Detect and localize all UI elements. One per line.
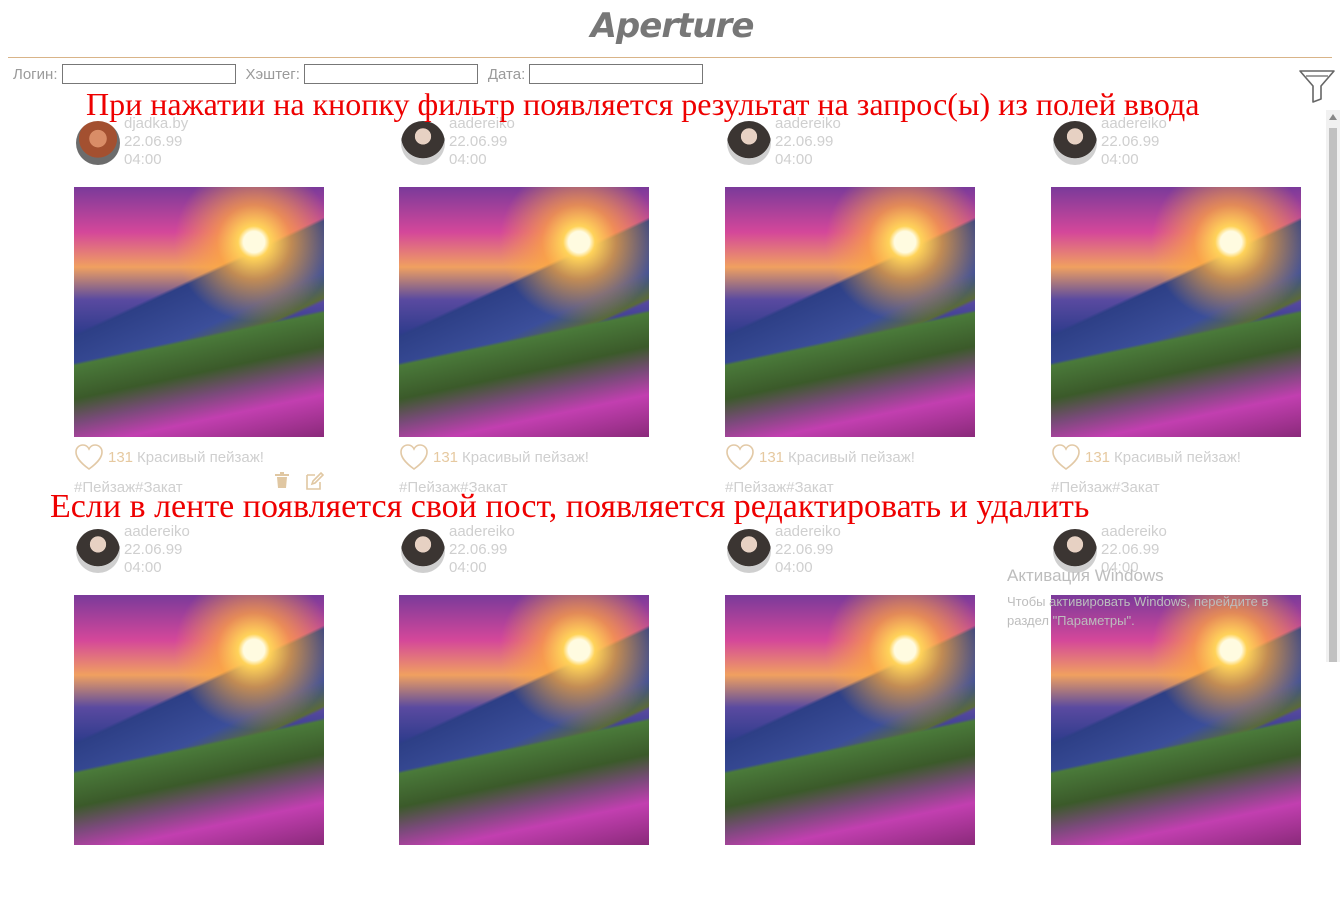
- post-time: 04:00: [124, 559, 162, 576]
- post-date: 22.06.99: [1101, 541, 1160, 558]
- scroll-up-arrow-icon[interactable]: [1329, 114, 1337, 120]
- like-count: 131: [759, 448, 785, 466]
- filter-icon[interactable]: [1298, 68, 1336, 104]
- own-post-annotation: Если в ленте появляется свой пост, появл…: [50, 488, 1090, 525]
- post-photo[interactable]: [399, 187, 649, 437]
- post-meta: aadereiko 22.06.99 04:00: [775, 115, 841, 169]
- post-likes: 131 Красивый пейзаж!: [399, 443, 589, 471]
- watermark-line-2: раздел "Параметры".: [1007, 613, 1135, 628]
- post-likes: 131 Красивый пейзаж!: [74, 443, 264, 471]
- filter-bar: Логин: Хэштег: Дата:: [13, 64, 713, 84]
- post-title: Красивый пейзаж!: [137, 448, 264, 466]
- heart-icon[interactable]: [725, 443, 755, 471]
- post-username[interactable]: aadereiko: [1101, 523, 1167, 541]
- post-date: 22.06.99: [775, 541, 834, 558]
- post-meta: aadereiko 22.06.99 04:00: [449, 115, 515, 169]
- post-time: 04:00: [449, 559, 487, 576]
- avatar[interactable]: [401, 529, 445, 573]
- post-time: 04:00: [449, 151, 487, 168]
- filter-annotation: При нажатии на кнопку фильтр появляется …: [86, 86, 1200, 122]
- hashtag-label: Хэштег:: [245, 65, 300, 83]
- post-card: aadereiko 22.06.99 04:00 131 Красивый пе…: [1051, 115, 1311, 515]
- like-count: 131: [433, 448, 459, 466]
- post-date: 22.06.99: [449, 541, 508, 558]
- post-card: aadereiko 22.06.99 04:00: [399, 523, 659, 923]
- avatar[interactable]: [1053, 121, 1097, 165]
- watermark-title: Активация Windows: [1007, 566, 1164, 585]
- post-date: 22.06.99: [775, 133, 834, 150]
- scrollbar[interactable]: [1326, 110, 1340, 662]
- avatar[interactable]: [727, 121, 771, 165]
- windows-activation-watermark: Активация Windows Чтобы активировать Win…: [1007, 566, 1268, 630]
- post-title: Красивый пейзаж!: [788, 448, 915, 466]
- post-title: Красивый пейзаж!: [462, 448, 589, 466]
- heart-icon[interactable]: [1051, 443, 1081, 471]
- post-time: 04:00: [1101, 151, 1139, 168]
- date-input[interactable]: [529, 64, 704, 84]
- avatar[interactable]: [727, 529, 771, 573]
- scroll-thumb[interactable]: [1329, 128, 1337, 662]
- post-meta: aadereiko 22.06.99 04:00: [1101, 115, 1167, 169]
- post-likes: 131 Красивый пейзаж!: [725, 443, 915, 471]
- watermark-text: Чтобы активировать Windows, перейдите в …: [1007, 592, 1268, 630]
- post-card: aadereiko 22.06.99 04:00: [74, 523, 334, 923]
- post-photo[interactable]: [1051, 187, 1301, 437]
- post-photo[interactable]: [725, 187, 975, 437]
- post-likes: 131 Красивый пейзаж!: [1051, 443, 1241, 471]
- header-divider: [8, 57, 1332, 58]
- post-meta: aadereiko 22.06.99 04:00: [449, 523, 515, 577]
- app-logo: Aperture: [590, 6, 755, 46]
- avatar[interactable]: [401, 121, 445, 165]
- login-input[interactable]: [61, 64, 236, 84]
- post-date: 22.06.99: [124, 133, 183, 150]
- like-count: 131: [1085, 448, 1111, 466]
- post-meta: aadereiko 22.06.99 04:00: [124, 523, 190, 577]
- heart-icon[interactable]: [399, 443, 429, 471]
- heart-icon[interactable]: [74, 443, 104, 471]
- post-photo[interactable]: [1051, 595, 1301, 845]
- post-date: 22.06.99: [449, 133, 508, 150]
- post-card: djadka.by 22.06.99 04:00 131 Красивый пе…: [74, 115, 334, 515]
- trash-icon[interactable]: [274, 471, 290, 489]
- post-date: 22.06.99: [1101, 133, 1160, 150]
- post-time: 04:00: [775, 559, 813, 576]
- post-time: 04:00: [775, 151, 813, 168]
- post-meta: djadka.by 22.06.99 04:00: [124, 115, 188, 169]
- date-label: Дата:: [487, 65, 526, 83]
- avatar[interactable]: [76, 121, 120, 165]
- post-time: 04:00: [124, 151, 162, 168]
- avatar[interactable]: [76, 529, 120, 573]
- post-photo[interactable]: [399, 595, 649, 845]
- like-count: 131: [108, 448, 134, 466]
- hashtag-input[interactable]: [303, 64, 478, 84]
- post-card: aadereiko 22.06.99 04:00 131 Красивый пе…: [725, 115, 985, 515]
- login-label: Логин:: [13, 65, 58, 83]
- post-photo[interactable]: [725, 595, 975, 845]
- post-card: aadereiko 22.06.99 04:00 131 Красивый пе…: [399, 115, 659, 515]
- post-photo[interactable]: [74, 187, 324, 437]
- post-photo[interactable]: [74, 595, 324, 845]
- post-card: aadereiko 22.06.99 04:00: [725, 523, 985, 923]
- watermark-line-1: Чтобы активировать Windows, перейдите в: [1007, 594, 1269, 609]
- post-meta: aadereiko 22.06.99 04:00: [775, 523, 841, 577]
- post-title: Красивый пейзаж!: [1114, 448, 1241, 466]
- post-date: 22.06.99: [124, 541, 183, 558]
